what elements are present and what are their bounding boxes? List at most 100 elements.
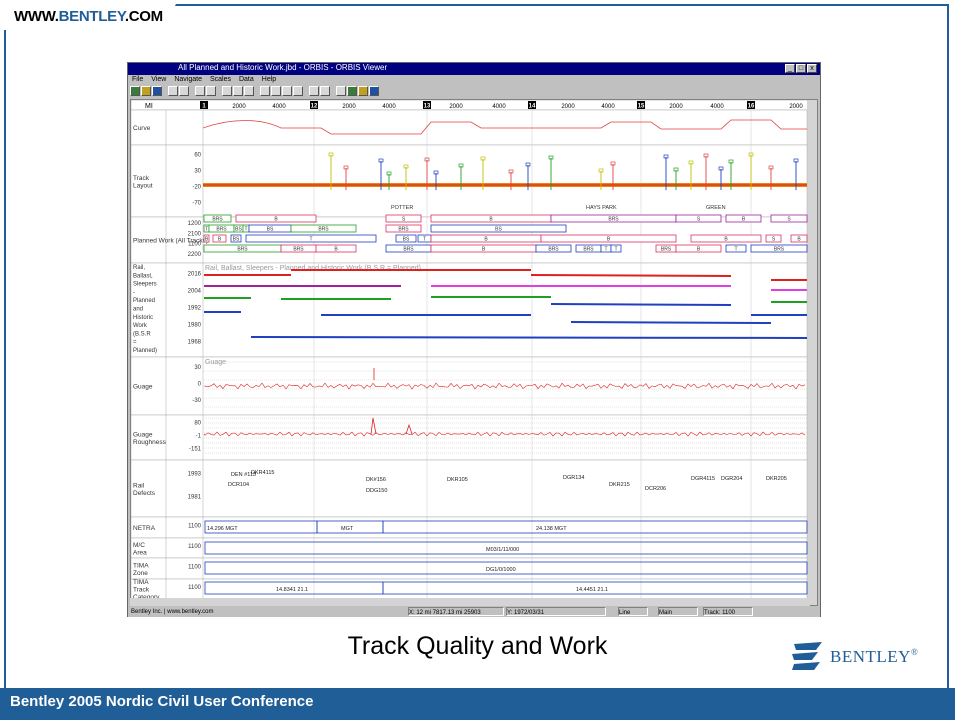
top-axis-tick-0: 2000 [232, 104, 246, 110]
netra-label-1: MGT [341, 526, 354, 532]
chart-icon[interactable] [358, 86, 368, 96]
zoom-in-icon[interactable] [222, 86, 232, 96]
work-bar-label-2100-1: BRS [216, 227, 227, 233]
top-axis-tick-7: 4000 [601, 104, 615, 110]
down-icon[interactable] [320, 86, 330, 96]
work-bar-label-2100-3: T [244, 227, 247, 233]
row-value-3-4: 1968 [188, 340, 202, 346]
milepost-marker-label-2: 13 [424, 104, 431, 110]
menu-navigate[interactable]: Navigate [174, 75, 202, 85]
slide-caption: Track Quality and Work [347, 632, 608, 660]
open-icon[interactable] [141, 86, 151, 96]
station-label-1: HAYS PARK [586, 205, 617, 211]
menu-bar: File View Navigate Scales Data Help [128, 75, 824, 85]
new-icon[interactable] [130, 86, 140, 96]
row-label-6-1: Defects [133, 490, 156, 497]
row-label-7-0: NETRA [133, 525, 156, 532]
site-url-brand: BENTLEY [58, 8, 126, 25]
row-label-8-1: Area [133, 549, 147, 556]
work-bar-label-2200-5: BRS [548, 247, 559, 253]
status-y: Y: 1972/03/31 [506, 607, 606, 616]
row-label-10-0: TIMA [133, 579, 149, 586]
defect-label-3: DK#156 [366, 477, 386, 483]
footer-text: Bentley 2005 Nordic Civil User Conferenc… [10, 693, 314, 710]
prev-icon[interactable] [271, 86, 281, 96]
row-label-8-0: M/C [133, 542, 145, 549]
work-bar-label-2200-1: BRS [293, 247, 304, 253]
site-url: WWW.BENTLEY.COM [14, 8, 163, 25]
row-label-3-0: Rail, [133, 265, 145, 271]
top-axis-tick-10: 2000 [789, 104, 803, 110]
orbis-viewer-window: All Planned and Historic Work.jbd - ORBI… [127, 62, 821, 617]
row-label-3-7: Work [133, 323, 148, 329]
save-icon[interactable] [152, 86, 162, 96]
status-line: Line [618, 607, 648, 616]
menu-data[interactable]: Data [239, 75, 254, 85]
zoom-out-icon[interactable] [233, 86, 243, 96]
defect-label-11: DKR205 [766, 476, 787, 482]
work-bar-label-1200-0: BRS [212, 217, 223, 223]
row-value-10-0: 1100 [188, 585, 202, 591]
status-x: X: 12 mi 7817.13 mi 25903 [408, 607, 504, 616]
window-titlebar: All Planned and Historic Work.jbd - ORBI… [128, 63, 820, 75]
row-value-2-0: 1200 [188, 221, 202, 227]
horizontal-scrollbar[interactable] [130, 598, 810, 606]
work-bar-label-2200-11: T [734, 247, 737, 253]
list-icon[interactable] [206, 86, 216, 96]
minimize-button[interactable]: _ [785, 64, 795, 73]
row-value-2-3: 2200 [188, 252, 202, 258]
work-bar-label-2200-12: BRS [774, 247, 785, 253]
status-bar: Bentley Inc. | www.bentley.com X: 12 mi … [128, 607, 820, 617]
row-9 [131, 557, 808, 580]
defect-label-6: DGR134 [563, 475, 584, 481]
menu-view[interactable]: View [151, 75, 166, 85]
milepost-marker-label-5: 16 [748, 104, 755, 110]
work-bar-label-1100-2: BS [233, 237, 240, 243]
row-value-2-2: 1100 [188, 242, 202, 248]
netra-label-2: 24.138 MGT [536, 526, 567, 532]
station-label-0: POTTER [391, 205, 413, 211]
row-label-3-1: Ballast, [133, 273, 153, 279]
defect-label-8: DCR206 [645, 486, 666, 492]
tima-cat-label-0: 14.8341 21.1 [276, 587, 308, 593]
print-icon[interactable] [168, 86, 178, 96]
row-value-4-2: -30 [192, 398, 201, 404]
track-chart-panel[interactable]: MI 1 12 13 14 15 16 2000 4000 2000 4000 2000 4000 200… [130, 99, 818, 606]
zoom-fit-icon[interactable] [244, 86, 254, 96]
top-axis-tick-6: 2000 [561, 104, 575, 110]
menu-file[interactable]: File [132, 75, 143, 85]
row-label-0-0: Curve [133, 125, 151, 132]
rbs-segment-18 [250, 336, 808, 339]
row-value-8-0: 1100 [188, 544, 202, 550]
last-icon[interactable] [293, 86, 303, 96]
next-icon[interactable] [282, 86, 292, 96]
row-label-9-1: Zone [133, 570, 148, 577]
row-value-3-3: 1980 [188, 323, 202, 329]
top-axis-tick-1: 4000 [272, 104, 286, 110]
preview-icon[interactable] [179, 86, 189, 96]
header-tab-notch [162, 4, 176, 30]
row-value-3-0: 2016 [188, 271, 202, 277]
work-bar-label-2200-9: BRS [661, 247, 672, 253]
tima-zone-label: DG1/0/1000 [486, 567, 516, 573]
menu-help[interactable]: Help [262, 75, 276, 85]
up-icon[interactable] [309, 86, 319, 96]
grid-icon[interactable] [195, 86, 205, 96]
row-6 [131, 459, 808, 518]
menu-scales[interactable]: Scales [210, 75, 231, 85]
row-5 [131, 414, 808, 461]
settings-icon[interactable] [336, 86, 346, 96]
row-value-6-0: 1993 [188, 472, 202, 478]
row-label-3-6: Historic [133, 315, 153, 321]
maximize-button[interactable]: □ [796, 64, 806, 73]
defect-label-5: DKR105 [447, 477, 468, 483]
first-icon[interactable] [260, 86, 270, 96]
defect-label-7: DKR215 [609, 482, 630, 488]
defect-label-10: DGR204 [721, 476, 742, 482]
site-url-prefix: WWW. [14, 8, 59, 25]
row-label-5-1: Roughness [133, 439, 167, 446]
close-button[interactable]: x [807, 64, 817, 73]
tima-cat-label-1: 14.4451 21.1 [576, 587, 608, 593]
map-icon[interactable] [347, 86, 357, 96]
help-icon[interactable] [369, 86, 379, 96]
